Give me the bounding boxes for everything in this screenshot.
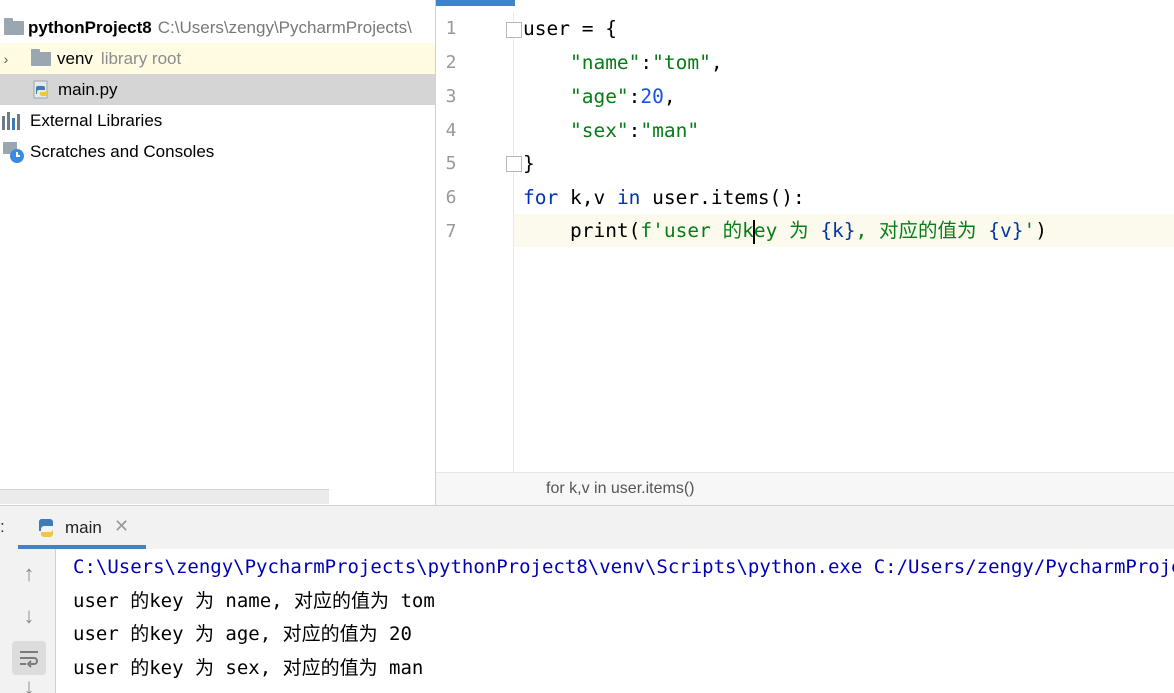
project-root-node[interactable]: pythonProject8 C:\Users\zengy\PycharmPro…	[0, 12, 435, 43]
library-icon	[2, 111, 30, 130]
scratches-icon	[2, 140, 30, 164]
horizontal-scrollbar[interactable]	[0, 489, 329, 504]
folder-icon	[31, 48, 57, 66]
tree-item-venv[interactable]: › venv library root	[0, 43, 435, 74]
tree-item-label: venv	[57, 48, 93, 68]
pin-icon[interactable]: ↓	[12, 681, 46, 693]
project-root-name: pythonProject8	[28, 17, 152, 37]
run-header-colon: :	[0, 517, 5, 536]
code-line-6: for k,v in user.items():	[523, 186, 805, 209]
code-line-5: }	[523, 152, 535, 175]
line-number: 6	[445, 187, 457, 208]
console-line: user 的key 为 name, 对应的值为 tom	[73, 590, 435, 612]
library-root-hint: library root	[100, 48, 182, 68]
arrow-down-icon[interactable]: ↓	[12, 599, 46, 633]
soft-wrap-icon[interactable]	[12, 641, 46, 675]
folder-icon	[4, 17, 28, 35]
fold-marker-icon[interactable]	[506, 22, 522, 38]
tree-item-external-libraries[interactable]: External Libraries	[0, 105, 435, 136]
console-line: user 的key 为 sex, 对应的值为 man	[73, 657, 424, 679]
code-line-2: "name":"tom",	[569, 51, 723, 74]
project-root-path: C:\Users\zengy\PycharmProjects\	[157, 17, 412, 37]
run-tab-label: main	[65, 518, 102, 537]
console-line: C:\Users\zengy\PycharmProjects\pythonPro…	[73, 556, 1174, 578]
run-tool-window-header	[0, 505, 1174, 550]
console-line: user 的key 为 age, 对应的值为 20	[73, 623, 412, 645]
close-icon[interactable]: ✕	[114, 516, 129, 537]
run-toolbar: ↑ ↓ ↓	[0, 549, 56, 693]
line-number-gutter: 1 2 3 4 5 6 7	[436, 12, 514, 472]
tree-item-label: main.py	[58, 79, 118, 99]
fold-marker-icon[interactable]	[506, 156, 522, 172]
code-line-3: "age":20,	[569, 85, 676, 108]
chevron-right-icon[interactable]: ›	[0, 43, 12, 74]
code-line-1: user = {	[523, 17, 617, 40]
arrow-up-icon[interactable]: ↑	[12, 557, 46, 591]
line-number: 7	[445, 221, 457, 242]
breadcrumb[interactable]: for k,v in user.items()	[546, 480, 694, 498]
line-number: 2	[445, 52, 457, 73]
code-line-4: "sex":"man"	[569, 119, 700, 142]
tree-item-label: External Libraries	[30, 110, 163, 130]
line-number: 1	[445, 18, 457, 39]
python-file-icon	[33, 80, 58, 100]
project-tool-window: pythonProject8 C:\Users\zengy\PycharmPro…	[0, 0, 435, 505]
tree-item-main-py[interactable]: main.py	[0, 74, 435, 105]
line-number: 4	[445, 120, 457, 141]
code-line-7: print(f'user 的key 为 {k}, 对应的值为 {v}')	[569, 219, 1048, 244]
tree-item-scratches[interactable]: Scratches and Consoles	[0, 136, 435, 167]
python-icon	[36, 516, 58, 543]
line-number: 5	[445, 153, 457, 174]
editor-tab-indicator[interactable]	[436, 0, 515, 6]
tree-item-label: Scratches and Consoles	[30, 141, 215, 161]
line-number: 3	[445, 86, 457, 107]
